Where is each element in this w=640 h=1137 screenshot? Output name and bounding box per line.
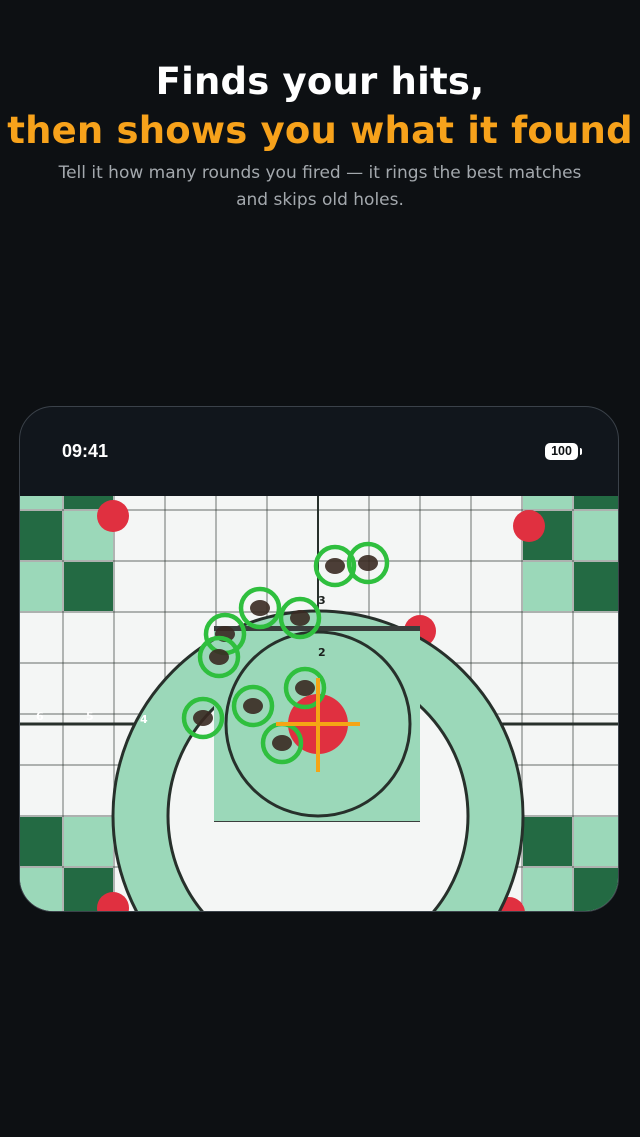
grid-cell [217,496,266,509]
grid-cell [574,664,618,713]
grid-cell [64,817,113,866]
subtitle-line-2: and skips old holes. [236,190,404,210]
grid-cell [523,562,572,611]
status-time: 09:41 [62,441,109,461]
phone-mockup: 09:41 100 6 5 4 3 2 [19,406,619,912]
grid-cell [20,766,62,815]
grid-cell [115,562,164,611]
grid-cell [574,868,618,911]
target-photo[interactable]: 6 5 4 3 2 [20,496,619,912]
grid-cell [20,868,62,911]
grid-cell [574,496,618,509]
grid-cell [20,664,62,713]
headline-line-2: then shows you what it found [7,109,633,152]
grid-cell [472,613,521,662]
grid-cell [319,496,368,509]
bullet-hole [295,680,315,696]
grid-cell [421,496,470,509]
battery-icon: 100 [545,443,582,460]
headline-line-1: Finds your hits, [155,60,485,103]
grid-cell [166,496,215,509]
grid-cell [574,715,618,764]
grid-cell [370,562,419,611]
grid-cell [268,496,317,509]
bullet-hole [209,649,229,665]
grid-cell [574,511,618,560]
subtitle-line-1: Tell it how many rounds you fired — it r… [58,163,582,183]
ring-label: 3 [318,594,326,607]
grid-cell [574,613,618,662]
grid-cell [523,496,572,509]
bullet-hole [358,555,378,571]
grid-cell [421,511,470,560]
grid-cell [523,766,572,815]
grid-cell [574,562,618,611]
grid-cell [523,715,572,764]
grid-cell [472,496,521,509]
red-dot [513,510,545,542]
grid-cell [574,817,618,866]
bullet-hole [290,610,310,626]
ring-label: 5 [86,710,94,723]
grid-cell [20,562,62,611]
grid-cell [64,766,113,815]
grid-cell [370,511,419,560]
grid-cell [20,511,62,560]
ring-label: 4 [140,713,148,726]
ring-label: 6 [36,710,44,723]
subtitle: Tell it how many rounds you fired — it r… [30,160,610,214]
grid-cell [166,562,215,611]
grid-cell [217,511,266,560]
grid-cell [64,664,113,713]
grid-cell [268,511,317,560]
grid-cell [370,496,419,509]
status-bar: 09:41 100 [20,407,618,497]
grid-cell [64,562,113,611]
grid-cell [472,511,521,560]
bullet-hole [325,558,345,574]
grid-cell [523,817,572,866]
bullet-hole [272,735,292,751]
bullet-hole [193,710,213,726]
grid-cell [523,664,572,713]
bullet-hole [243,698,263,714]
red-dot [97,500,129,532]
grid-cell [64,613,113,662]
bullet-hole [250,600,270,616]
ring-label: 2 [318,646,326,659]
grid-cell [20,613,62,662]
grid-cell [166,511,215,560]
grid-cell [319,511,368,560]
grid-cell [523,868,572,911]
grid-cell [20,496,62,509]
grid-cell [472,562,521,611]
grid-cell [574,766,618,815]
grid-cell [115,613,164,662]
grid-cell [20,817,62,866]
grid-cell [523,613,572,662]
target-image[interactable]: 6 5 4 3 2 [20,496,619,912]
grid-cell [421,562,470,611]
